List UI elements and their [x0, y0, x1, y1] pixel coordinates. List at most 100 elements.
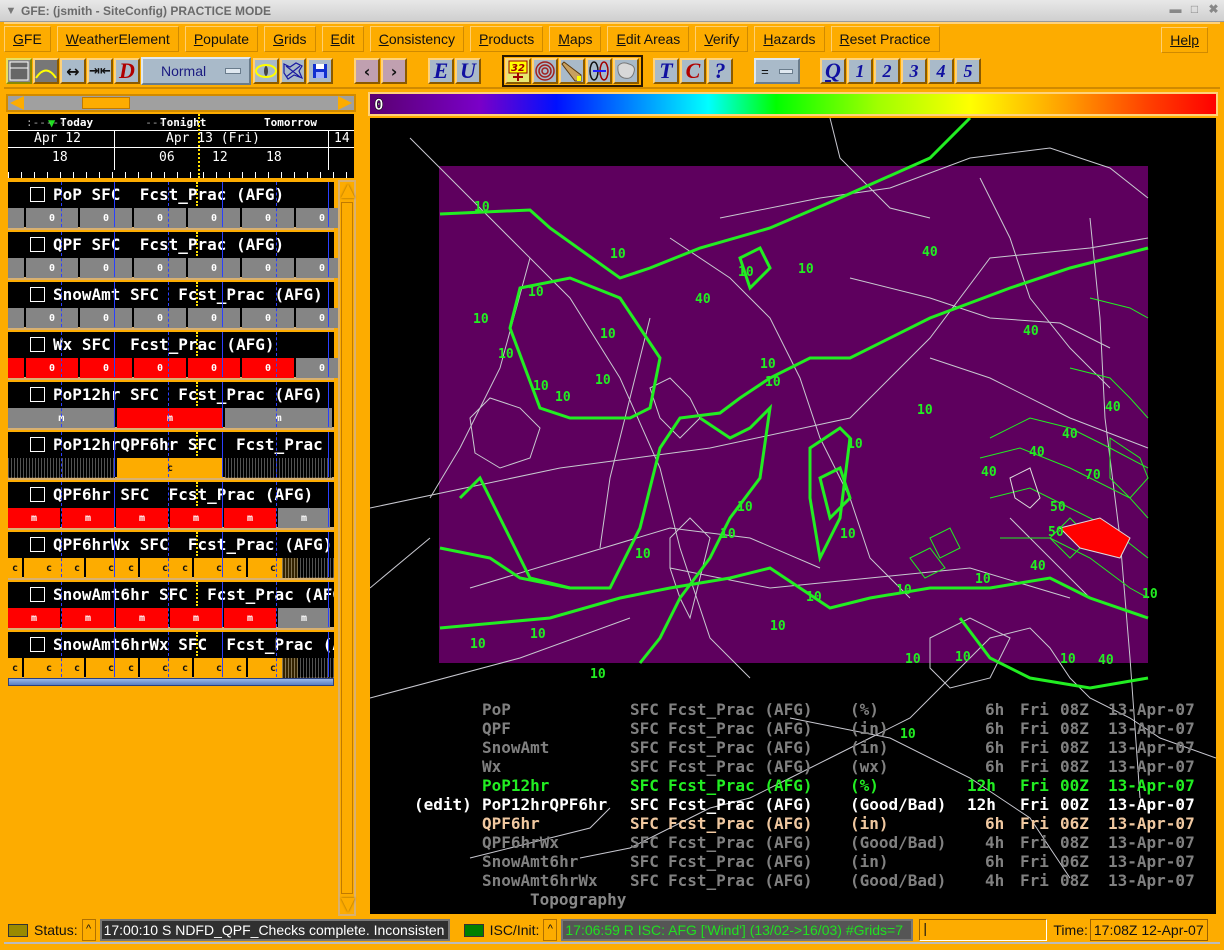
grid-box[interactable]: m [116, 508, 168, 528]
grid-row[interactable]: PoP SFC Fcst_Prac (AFG) 0 0 0 0 0 0 [8, 180, 348, 230]
grid-box[interactable]: m [170, 508, 222, 528]
pencil-button[interactable] [559, 58, 585, 84]
edit-mode-select[interactable]: Normal [141, 57, 251, 85]
grid-box[interactable]: m [116, 408, 224, 428]
delta-mode-button[interactable]: D [114, 58, 140, 84]
grid-box[interactable]: m [278, 608, 330, 628]
grid-row-timeline[interactable]: mmmmmm [8, 508, 334, 528]
grid-row-timeline[interactable]: 000000 [8, 258, 348, 278]
grid-row-timeline[interactable]: cccccccccc [8, 558, 334, 578]
grid-row[interactable]: PoP12hrQPF6hr SFC Fcst_Prac (AFG) c [8, 430, 334, 480]
legend-row[interactable]: PoP12hr SFC Fcst_Prac (AFG) (%) 12h Fri 00Z 13-… [370, 776, 1216, 795]
legend-topography[interactable]: Topography [530, 890, 626, 909]
grid-row-checkbox[interactable] [30, 436, 45, 452]
grid-box[interactable]: 0 [188, 208, 240, 228]
grid-row-checkbox[interactable] [30, 336, 45, 352]
legend-row[interactable]: SnowAmt SFC Fcst_Prac (AFG) (in) 6h Fri 08Z 13-… [370, 738, 1216, 757]
menu-edit-areas[interactable]: Edit Areas [607, 26, 690, 52]
grid-row-timeline[interactable]: cccccccccc [8, 658, 334, 678]
legend-row[interactable]: PoP SFC Fcst_Prac (AFG) (%) 6h Fri 08Z 13-Apr-0… [370, 700, 1216, 719]
grid-box[interactable]: 0 [188, 258, 240, 278]
grid-box[interactable]: 0 [26, 308, 78, 328]
menu-gfe[interactable]: GFE [4, 26, 51, 52]
command-input[interactable]: | [919, 919, 1048, 941]
spatial-editor-map[interactable]: 10 10 10 40 10 10 40 10 10 10 10 10 10 10 10 10 10 10 10 10… [370, 118, 1216, 914]
grid-box[interactable]: c [70, 658, 84, 678]
step-forward-button[interactable]: › [381, 58, 407, 84]
grid-box[interactable]: 0 [134, 308, 186, 328]
grid-box[interactable]: 0 [80, 308, 132, 328]
legend-row[interactable]: (edit) PoP12hrQPF6hr SFC Fcst_Prac (AFG) (Go… [370, 795, 1216, 814]
preset-4-button[interactable]: 4 [928, 58, 954, 84]
grid-row-checkbox[interactable] [30, 286, 45, 302]
grid-box[interactable] [8, 258, 24, 278]
grid-row-timeline[interactable]: 000000 [8, 308, 348, 328]
pencil-contour-button[interactable] [532, 58, 558, 84]
grid-box[interactable] [225, 458, 332, 478]
edit-area-select-button[interactable] [613, 58, 639, 84]
isc-history-button[interactable]: ^ [543, 919, 558, 941]
grid-row-checkbox[interactable] [30, 386, 45, 402]
grid-box[interactable]: m [8, 508, 60, 528]
grid-box[interactable]: 0 [188, 308, 240, 328]
grid-row-timeline[interactable]: c [8, 458, 334, 478]
maximize-icon[interactable]: □ [1188, 3, 1201, 16]
menu-populate[interactable]: Populate [184, 26, 259, 52]
grid-manager-toggle-button[interactable] [6, 58, 32, 84]
grid-box[interactable]: 0 [188, 358, 240, 378]
grid-box[interactable]: 0 [134, 258, 186, 278]
scrollbar-thumb[interactable] [82, 97, 130, 109]
grid-row-timeline[interactable]: 000000 [8, 208, 348, 228]
step-back-button[interactable]: ‹ [354, 58, 380, 84]
grid-box[interactable]: 0 [80, 208, 132, 228]
grid-box[interactable]: 0 [80, 358, 132, 378]
menu-maps[interactable]: Maps [549, 26, 602, 52]
grid-box[interactable]: 0 [80, 258, 132, 278]
grid-box[interactable]: 0 [242, 258, 294, 278]
grid-box[interactable]: c [124, 558, 138, 578]
grid-row[interactable]: QPF SFC Fcst_Prac (AFG) 0 0 0 0 0 0 [8, 230, 348, 280]
isc-message[interactable]: 17:06:59 R ISC: AFG ['Wind'] (13/02->16/… [561, 919, 914, 941]
grid-box[interactable] [8, 208, 24, 228]
u-button[interactable]: U [455, 58, 481, 84]
visibility-button[interactable] [253, 58, 279, 84]
grid-row[interactable]: SnowAmt6hr SFC Fcst_Prac (AFG) m m m m m m [8, 580, 334, 630]
grid-box[interactable]: 0 [134, 208, 186, 228]
grid-row[interactable]: SnowAmt SFC Fcst_Prac (AFG) 0 0 0 0 0 0 [8, 280, 348, 330]
scroll-up-arrow-icon[interactable] [341, 184, 355, 198]
help-button[interactable]: ? [707, 58, 733, 84]
grid-box[interactable]: 0 [26, 208, 78, 228]
grid-box[interactable]: m [116, 608, 168, 628]
grid-box[interactable]: c [116, 458, 224, 478]
grid-box[interactable]: c [178, 558, 192, 578]
preset-5-button[interactable]: 5 [955, 58, 981, 84]
move-copy-button[interactable] [586, 58, 612, 84]
t-button[interactable]: T [653, 58, 679, 84]
grid-box[interactable]: m [62, 608, 114, 628]
preset-2-button[interactable]: 2 [874, 58, 900, 84]
menu-products[interactable]: Products [469, 26, 544, 52]
menu-weatherelement[interactable]: WeatherElement [56, 26, 179, 52]
grid-box[interactable]: c [70, 558, 84, 578]
menu-help[interactable]: Help [1161, 27, 1208, 53]
contract-timescale-button[interactable]: ⇥⇤ [87, 58, 113, 84]
grid-row-checkbox[interactable] [30, 236, 45, 252]
e-button[interactable]: E [428, 58, 454, 84]
menu-consistency[interactable]: Consistency [369, 26, 464, 52]
grid-box[interactable]: m [62, 508, 114, 528]
close-icon[interactable]: ✖ [1207, 3, 1220, 16]
weather-combine-select[interactable]: = [754, 58, 800, 84]
grid-row-timeline[interactable]: mmm [8, 408, 334, 428]
grid-box[interactable] [8, 358, 24, 378]
minimize-icon[interactable]: ▬ [1169, 3, 1182, 16]
menu-grids[interactable]: Grids [264, 26, 316, 52]
preset-1-button[interactable]: 1 [847, 58, 873, 84]
status-history-button[interactable]: ^ [81, 919, 96, 941]
grid-box[interactable]: m [170, 608, 222, 628]
grid-row[interactable]: Wx SFC Fcst_Prac (AFG) 0 0 0 0 0 0 [8, 330, 348, 380]
grid-box[interactable]: c [24, 558, 74, 578]
grid-row-checkbox[interactable] [30, 636, 45, 652]
menu-reset-practice[interactable]: Reset Practice [830, 26, 940, 52]
grid-row-checkbox[interactable] [30, 586, 45, 602]
grid-row-checkbox[interactable] [30, 186, 45, 202]
